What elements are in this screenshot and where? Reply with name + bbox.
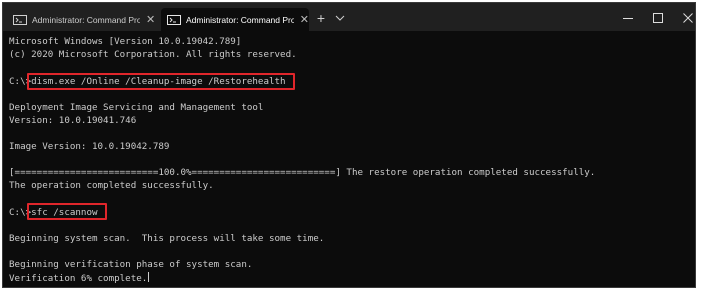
- close-tab-icon[interactable]: ✕: [146, 13, 155, 26]
- console-line: Version: 10.0.19041.746: [9, 115, 137, 126]
- maximize-icon[interactable]: [643, 9, 673, 27]
- text-cursor: [148, 272, 150, 282]
- close-tab-icon[interactable]: ✕: [300, 13, 309, 26]
- console-line: (c) 2020 Microsoft Corporation. All righ…: [9, 49, 297, 60]
- console-line: The operation completed successfully.: [9, 180, 214, 191]
- highlight-box-dism: [27, 73, 295, 90]
- tab-command-prompt-1[interactable]: Administrator: Command Promp ✕: [7, 8, 160, 31]
- new-tab-button[interactable]: +: [313, 9, 329, 27]
- console-line: Beginning verification phase of system s…: [9, 259, 253, 270]
- minimize-icon[interactable]: [613, 9, 643, 27]
- terminal-window: Administrator: Command Promp ✕ Administr…: [2, 2, 696, 288]
- highlight-box-sfc: [27, 203, 107, 220]
- tab-title: Administrator: Command Promp: [186, 14, 294, 25]
- console-line: Verification 6% complete.: [9, 272, 150, 284]
- title-bar: Administrator: Command Promp ✕ Administr…: [3, 3, 695, 31]
- console-line: [==========================100.0%=======…: [9, 167, 596, 178]
- console-line: Beginning system scan. This process will…: [9, 233, 325, 244]
- chevron-down-icon[interactable]: [333, 9, 347, 27]
- tab-title: Administrator: Command Promp: [32, 14, 140, 25]
- tab-command-prompt-2[interactable]: Administrator: Command Promp ✕: [161, 8, 309, 31]
- terminal-icon: [13, 14, 27, 25]
- console-output[interactable]: Microsoft Windows [Version 10.0.19042.78…: [3, 31, 695, 287]
- terminal-icon: [167, 14, 181, 25]
- console-line: Microsoft Windows [Version 10.0.19042.78…: [9, 36, 242, 47]
- console-line: Deployment Image Servicing and Managemen…: [9, 102, 264, 113]
- verification-status: Verification 6% complete.: [9, 273, 148, 284]
- console-line: Image Version: 10.0.19042.789: [9, 141, 170, 152]
- close-icon[interactable]: [673, 9, 695, 27]
